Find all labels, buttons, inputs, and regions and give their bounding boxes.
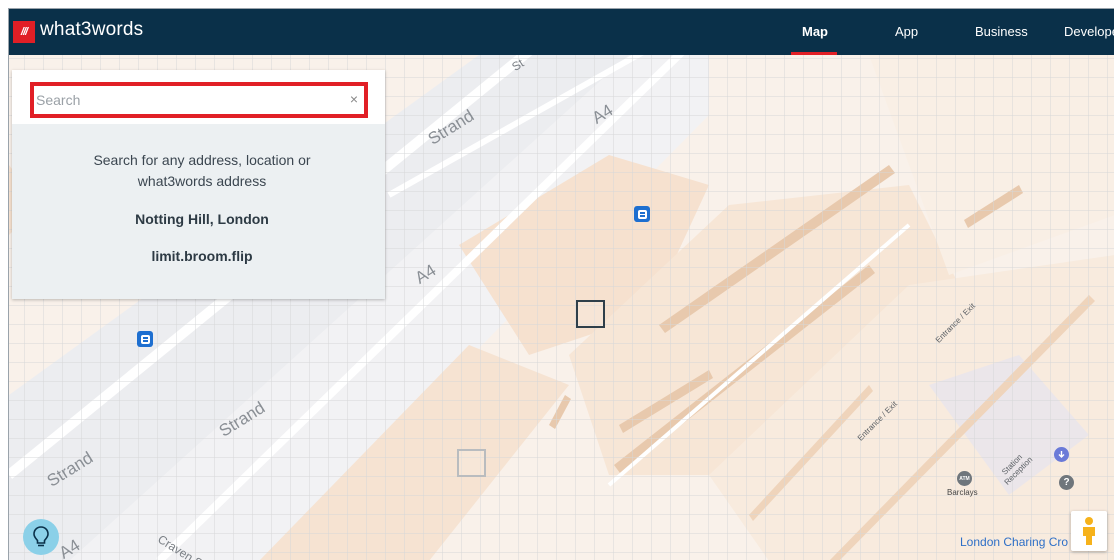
search-input[interactable] (36, 88, 336, 112)
top-navigation-bar: /// what3words Map App Business Develope (9, 9, 1114, 55)
info-icon[interactable]: ? (1059, 475, 1074, 490)
atm-icon[interactable]: ATM (957, 471, 972, 486)
close-icon[interactable]: × (350, 89, 358, 109)
nav-developers[interactable]: Develope (1064, 24, 1114, 39)
street-view-pegman-icon[interactable] (1071, 511, 1107, 551)
nav-active-indicator (791, 52, 837, 55)
browser-viewport: /// what3words Map App Business Develope (8, 8, 1114, 560)
lightbulb-icon[interactable] (23, 519, 59, 555)
search-example-address[interactable]: Notting Hill, London (52, 211, 352, 227)
bus-stop-icon[interactable] (137, 331, 153, 347)
grid-square-outline[interactable] (457, 449, 486, 477)
selected-grid-square[interactable] (576, 300, 605, 328)
search-box-highlight: × (30, 82, 368, 118)
bus-stop-icon[interactable] (634, 206, 650, 222)
nav-map[interactable]: Map (802, 24, 828, 39)
what3words-logo[interactable]: /// (13, 21, 35, 43)
search-example-3wa[interactable]: limit.broom.flip (52, 248, 352, 264)
station-link[interactable]: London Charing Cro (960, 535, 1068, 549)
nav-business[interactable]: Business (975, 24, 1028, 39)
search-hint-text: Search for any address, location or what… (93, 152, 311, 189)
search-panel: × Search for any address, location or wh… (12, 70, 385, 299)
search-header: × (12, 70, 385, 124)
brand-name[interactable]: what3words (40, 19, 143, 41)
transit-icon[interactable] (1054, 447, 1069, 462)
nav-app[interactable]: App (895, 24, 918, 39)
poi-barclays: Barclays (947, 488, 978, 497)
